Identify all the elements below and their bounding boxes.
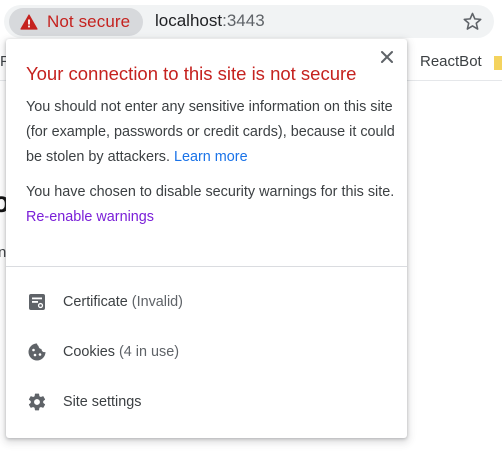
gear-icon [28, 393, 46, 411]
divider [6, 266, 407, 267]
certificate-label: Certificate [63, 294, 128, 310]
certificate-status: (Invalid) [131, 294, 183, 310]
bookmark-star-icon[interactable] [462, 11, 483, 32]
bookmark-folder-icon [494, 56, 502, 70]
certificate-row[interactable]: Certificate (Invalid) [6, 282, 407, 322]
warning-paragraph: You should not enter any sensitive infor… [26, 95, 396, 170]
cookies-row[interactable]: Cookies (4 in use) [6, 332, 407, 372]
close-icon[interactable] [379, 49, 395, 65]
popup-title: Your connection to this site is not secu… [26, 63, 357, 84]
site-settings-label: Site settings [63, 394, 142, 410]
disabled-warnings-text: You have chosen to disable security warn… [26, 184, 395, 200]
warning-icon [20, 14, 38, 30]
learn-more-link[interactable]: Learn more [174, 149, 248, 165]
site-info-popup: Your connection to this site is not secu… [6, 39, 407, 438]
reenable-warnings-link[interactable]: Re-enable warnings [26, 209, 154, 225]
cookies-count: (4 in use) [119, 344, 179, 360]
certificate-icon [29, 294, 45, 310]
url-text[interactable]: localhost:3443 [155, 11, 265, 31]
address-bar: Not secure localhost:3443 [0, 0, 502, 44]
cookies-label: Cookies [63, 344, 115, 360]
url-port: :3443 [222, 11, 265, 30]
cookie-icon [28, 343, 46, 361]
site-settings-row[interactable]: Site settings [6, 382, 407, 422]
security-chip[interactable]: Not secure [9, 8, 143, 36]
disabled-warnings-paragraph: You have chosen to disable security warn… [26, 180, 396, 230]
bookmark-reactbot[interactable]: ReactBot [420, 53, 482, 70]
url-host: localhost [155, 11, 223, 30]
not-secure-label: Not secure [47, 12, 131, 31]
